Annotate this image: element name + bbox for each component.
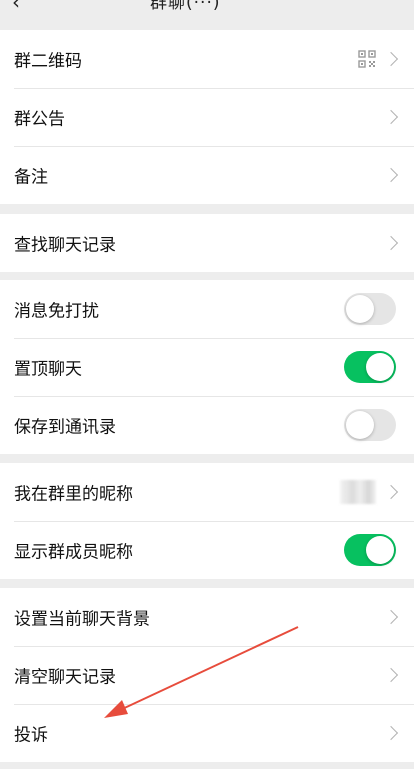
page-title: 群聊(···) <box>150 0 221 13</box>
nickname-value-blurred <box>340 480 376 504</box>
group-chat-settings: 消息免打扰 置顶聊天 保存到通讯录 <box>0 280 414 454</box>
group-search: 查找聊天记录 <box>0 214 414 272</box>
row-label: 备注 <box>14 167 48 188</box>
chevron-right-icon <box>383 51 399 67</box>
row-label: 群公告 <box>14 109 65 130</box>
row-label: 我在群里的昵称 <box>14 484 133 505</box>
row-label: 显示群成员昵称 <box>14 542 133 563</box>
chevron-right-icon <box>383 109 399 125</box>
toggle-knob <box>366 353 394 381</box>
group-nickname: 我在群里的昵称 显示群成员昵称 <box>0 463 414 579</box>
row-clear-history[interactable]: 清空聊天记录 <box>0 646 414 704</box>
pin-chat-toggle[interactable] <box>344 351 396 383</box>
toggle-knob <box>346 411 374 439</box>
row-complaint[interactable]: 投诉 <box>0 704 414 762</box>
row-group-qrcode[interactable]: 群二维码 <box>0 30 414 88</box>
mute-toggle[interactable] <box>344 293 396 325</box>
top-nav-bar: ‹ 群聊(···) ⋯ <box>0 0 414 30</box>
row-set-background[interactable]: 设置当前聊天背景 <box>0 588 414 646</box>
show-nicknames-toggle[interactable] <box>344 534 396 566</box>
row-mute-notifications[interactable]: 消息免打扰 <box>0 280 414 338</box>
row-save-to-contacts[interactable]: 保存到通讯录 <box>0 396 414 454</box>
toggle-knob <box>366 536 394 564</box>
row-label: 设置当前聊天背景 <box>14 609 150 630</box>
row-label: 群二维码 <box>14 51 82 72</box>
row-label: 保存到通讯录 <box>14 417 116 438</box>
row-label: 投诉 <box>14 725 48 746</box>
group-info: 群二维码 群公告 备注 <box>0 30 414 204</box>
row-pin-chat[interactable]: 置顶聊天 <box>0 338 414 396</box>
group-chat-actions: 设置当前聊天背景 清空聊天记录 投诉 <box>0 588 414 762</box>
toggle-knob <box>346 295 374 323</box>
save-contacts-toggle[interactable] <box>344 409 396 441</box>
row-show-member-nicknames[interactable]: 显示群成员昵称 <box>0 521 414 579</box>
row-label: 查找聊天记录 <box>14 235 116 256</box>
row-label: 清空聊天记录 <box>14 667 116 688</box>
row-search-history[interactable]: 查找聊天记录 <box>0 214 414 272</box>
row-my-nickname[interactable]: 我在群里的昵称 <box>0 463 414 521</box>
back-arrow-icon[interactable]: ‹ <box>12 0 20 14</box>
chevron-right-icon <box>383 725 399 741</box>
chevron-right-icon <box>383 235 399 251</box>
row-label: 置顶聊天 <box>14 359 82 380</box>
qr-code-icon <box>358 50 376 68</box>
row-remark[interactable]: 备注 <box>0 146 414 204</box>
chevron-right-icon <box>383 484 399 500</box>
more-icon[interactable]: ⋯ <box>378 0 396 9</box>
row-group-announcement[interactable]: 群公告 <box>0 88 414 146</box>
row-label: 消息免打扰 <box>14 301 99 322</box>
chevron-right-icon <box>383 167 399 183</box>
chevron-right-icon <box>383 667 399 683</box>
chevron-right-icon <box>383 609 399 625</box>
